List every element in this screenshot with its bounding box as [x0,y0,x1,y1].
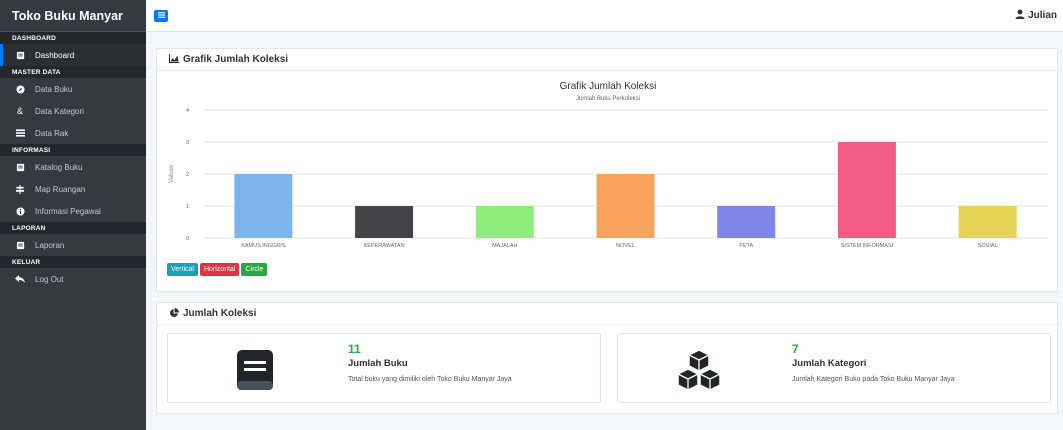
sidebar-item-informasi-pegawai[interactable]: Informasi Pegawai [0,200,146,222]
circle-chart-button[interactable]: Circle [241,263,268,276]
book-icon [237,350,273,390]
sidebar-header-dashboard: DASHBOARD [0,32,146,44]
sidebar-header-laporan: LAPORAN [0,222,146,234]
sidebar-toggle-button[interactable] [154,9,168,22]
chart-card-header: Grafik Jumlah Koleksi [157,49,1057,71]
vertical-chart-button[interactable]: Vertical [167,263,198,276]
user-name: Julian [1028,10,1057,21]
sidebar-item-label: Dashboard [35,50,75,60]
sidebar-item-data-buku[interactable]: Data Buku [0,78,146,100]
sidebar-item-data-rak[interactable]: Data Rak [0,122,146,144]
x-tick-label: KEPERAWATAN [364,243,405,249]
sidebar-item-label: Data Rak [35,128,69,138]
y-tick-label: 0 [186,236,189,242]
book-icon [14,241,26,250]
x-tick-label: NOVEL [616,243,635,249]
book-icon [14,51,26,60]
top-navbar: Julian [146,0,1063,32]
bar [234,174,293,238]
bar-chart: Grafik Jumlah Koleksi Jumlah Buku Perkole… [163,73,1053,263]
user-menu[interactable]: Julian [1015,9,1057,22]
bars-icon [14,129,26,137]
sidebar-item-laporan[interactable]: Laporan [0,234,146,256]
x-tick-label: MAJALAH [492,243,517,249]
summary-card: Jumlah Koleksi 11 Jumlah Buku Total buku… [156,302,1058,414]
sidebar-item-katalog-buku[interactable]: Katalog Buku [0,156,146,178]
bar [837,142,896,238]
horizontal-chart-button[interactable]: Horizontal [199,263,240,276]
bar [596,174,655,238]
stat-description: Total buku yang dimiliki oleh Toko Buku … [348,376,512,383]
x-tick-label: PETA [739,243,753,249]
brand-title[interactable]: Toko Buku Manyar [0,0,146,32]
stat-box-jumlah-buku: 11 Jumlah Buku Total buku yang dimiliki … [167,333,601,403]
y-tick-label: 1 [186,204,189,210]
sidebar-item-label: Katalog Buku [35,162,83,172]
area-chart-icon [169,54,179,65]
chart-subtitle: Jumlah Buku Perkoleksi [576,96,640,102]
sidebar-item-label: Data Kategori [35,106,84,116]
bar-chart-svg: Grafik Jumlah Koleksi Jumlah Buku Perkole… [169,81,1048,249]
sidebar-item-map-ruangan[interactable]: Map Ruangan [0,178,146,200]
y-tick-label: 2 [186,172,189,178]
stat-title: Jumlah Kategori [792,358,867,369]
summary-card-title: Jumlah Koleksi [183,308,257,319]
chart-title: Grafik Jumlah Koleksi [560,81,657,92]
info-circle-icon [14,206,26,216]
x-tick-label: KAMUS INGGRIS [241,243,286,249]
bars-icon [157,11,165,20]
user-icon [1015,9,1025,22]
sidebar-item-label: Laporan [35,240,65,250]
book-icon [14,163,26,172]
sidebar-item-data-kategori[interactable]: & Data Kategori [0,100,146,122]
stat-box-jumlah-kategori: 7 Jumlah Kategori Jumlah Kategori Buku p… [617,333,1051,403]
pie-chart-icon [169,307,179,320]
chart-card-title: Grafik Jumlah Koleksi [183,54,289,65]
chart-card: Grafik Jumlah Koleksi Grafik Jumlah Kole… [156,48,1058,292]
sidebar-header-master-data: MASTER DATA [0,66,146,78]
sidebar-item-label: Map Ruangan [35,184,86,194]
y-axis-label: Values [169,165,175,183]
sidebar-item-log-out[interactable]: Log Out [0,268,146,290]
chart-type-buttons: Vertical Horizontal Circle [167,263,268,276]
sidebar-header-keluar: KELUAR [0,256,146,268]
bar [355,206,414,238]
reply-icon [14,275,26,283]
sidebar-item-label: Log Out [35,274,64,284]
sidebar-item-label: Informasi Pegawai [35,206,101,216]
x-tick-label: SISTEM INFORMASI [841,243,894,249]
bar [958,206,1017,238]
bar [475,206,534,238]
stat-number: 11 [348,342,361,356]
x-tick-label: SOSIAL [978,243,998,249]
ampersand-icon: & [16,106,23,116]
sidebar-header-informasi: INFORMASI [0,144,146,156]
stat-title: Jumlah Buku [348,358,408,369]
sidebar-item-label: Data Buku [35,84,73,94]
stat-description: Jumlah Kategori Buku pada Toko Buku Many… [792,376,955,383]
sidebar: Toko Buku Manyar DASHBOARD Dashboard MAS… [0,0,146,430]
y-tick-label: 3 [186,140,189,146]
compass-icon [14,84,26,94]
summary-card-header: Jumlah Koleksi [157,303,1057,325]
y-tick-label: 4 [186,108,189,114]
cubes-icon [677,349,721,391]
map-signs-icon [14,184,26,194]
bar [717,206,776,238]
stat-number: 7 [792,342,799,356]
sidebar-item-dashboard[interactable]: Dashboard [0,44,146,66]
